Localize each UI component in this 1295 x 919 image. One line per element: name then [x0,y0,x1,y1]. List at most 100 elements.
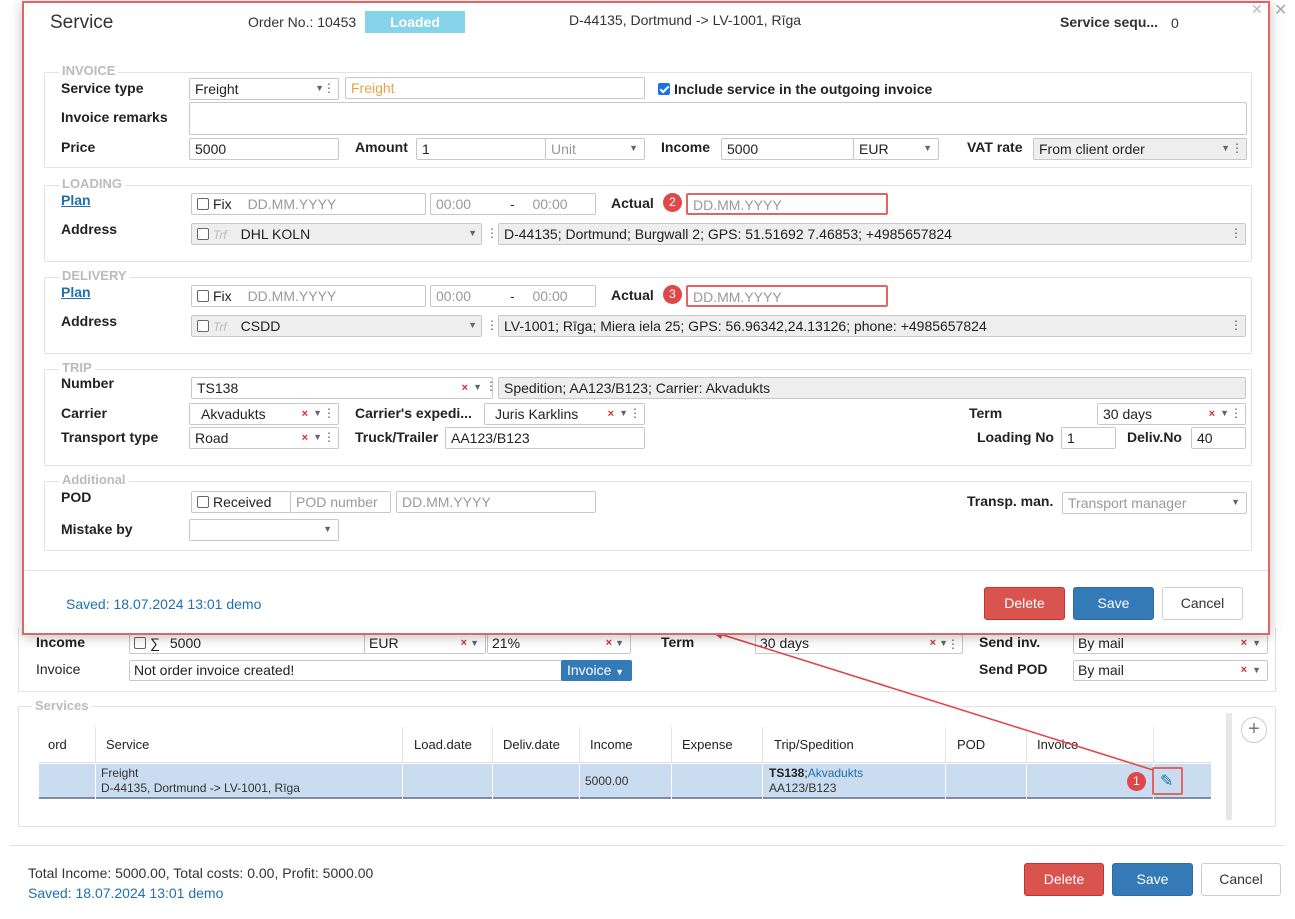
col-header-ord[interactable]: ord [48,737,67,752]
loading-time-range[interactable]: 00:00 - 00:00 [430,193,596,215]
edit-pencil-icon[interactable]: ✎ [1160,771,1173,791]
clear-icon[interactable]: × [302,432,308,444]
clear-icon[interactable]: × [930,637,936,649]
loading-address-field[interactable]: D-44135; Dortmund; Burgwall 2; GPS: 51.5… [498,223,1246,245]
loading-actual-date[interactable]: DD.MM.YYYY [686,193,888,215]
more-icon[interactable]: ⋮ [323,406,335,420]
more-icon[interactable]: ⋮ [629,406,641,420]
clear-icon[interactable]: × [302,408,308,420]
invoice-remarks-textarea[interactable] [189,102,1247,135]
bg-cancel-button[interactable]: Cancel [1201,863,1281,896]
modal-delete-button[interactable]: Delete [984,587,1065,620]
services-table: ord Service Load.date Deliv.date Income … [39,727,1211,799]
table-row[interactable]: Freight D-44135, Dortmund -> LV-1001, Rī… [39,764,1211,799]
invoice-dropdown-button[interactable]: Invoice ▼ [561,660,632,681]
carrier-select[interactable]: Akvadukts × ▼ ⋮ [189,403,339,425]
checkbox-checked-icon[interactable] [658,83,670,95]
deliv-no-input[interactable]: 40 [1191,427,1246,449]
income-input[interactable]: 5000 [721,138,854,160]
clear-icon[interactable]: × [608,408,614,420]
price-input[interactable]: 5000 [189,138,339,160]
unit-select[interactable]: Unit ▼ [545,138,645,160]
pod-received-checkbox[interactable] [197,496,209,508]
pod-number-input[interactable]: POD number [290,491,391,513]
more-icon[interactable]: ⋮ [323,81,335,95]
loading-time-sep: - [509,196,515,212]
bg-send-pod-select[interactable]: By mail × ▼ [1073,660,1268,681]
clear-icon[interactable]: × [1241,637,1247,649]
more-icon[interactable]: ⋮ [1230,406,1242,420]
col-header-income[interactable]: Income [590,737,633,752]
transport-manager-placeholder: Transport manager [1068,495,1187,511]
more-icon[interactable]: ⋮ [1230,226,1242,240]
delivery-fix-checkbox[interactable] [197,290,209,302]
row-trip-number[interactable]: TS138 [769,766,804,780]
bg-save-button[interactable]: Save [1112,863,1193,896]
services-scrollbar[interactable] [1226,713,1232,820]
delivery-plan-link[interactable]: Plan [61,284,91,300]
row-trip-truck: AA123/B123 [769,781,837,795]
loading-trf-checkbox[interactable] [197,228,209,240]
bg-delete-button[interactable]: Delete [1024,863,1104,896]
col-header-expense[interactable]: Expense [682,737,733,752]
col-header-pod[interactable]: POD [957,737,985,752]
truck-trailer-input[interactable]: AA123/B123 [445,427,645,449]
loading-plan-link[interactable]: Plan [61,192,91,208]
bg-term-select[interactable]: 30 days × ▼ ⋮ [755,634,963,654]
clear-icon[interactable]: × [606,637,612,649]
bg-vat-select[interactable]: 21% × ▼ [487,634,631,654]
clear-icon[interactable]: × [1209,408,1215,420]
more-icon[interactable]: ⋮ [1231,141,1243,155]
mistake-by-select[interactable]: ▼ [189,519,339,541]
amount-input[interactable]: 1 [416,138,546,160]
bg-send-inv-select[interactable]: By mail × ▼ [1073,634,1268,654]
more-icon[interactable]: ⋮ [947,637,959,651]
pod-received-field[interactable]: Received [191,491,291,513]
service-seq-label: Service sequ... [1060,14,1159,30]
col-header-load-date[interactable]: Load.date [414,737,472,752]
pod-date-input[interactable]: DD.MM.YYYY [396,491,596,513]
trip-number-select[interactable]: TS138 × ▼ [191,377,493,399]
row-trip-carrier[interactable]: Akvadukts [808,766,863,780]
more-icon[interactable]: ⋮ [323,430,335,444]
term-select[interactable]: 30 days × ▼ ⋮ [1097,403,1246,425]
add-service-button[interactable]: + [1241,717,1267,743]
more-icon[interactable]: ⋮ [486,226,498,240]
modal-close-icon[interactable]: ✕ [1251,1,1263,18]
currency-select[interactable]: EUR ▼ [853,138,939,160]
loading-plan-date[interactable]: Fix DD.MM.YYYY [191,193,426,215]
delivery-company-select[interactable]: Trf CSDD ▼ [191,315,482,337]
delivery-plan-date[interactable]: Fix DD.MM.YYYY [191,285,426,307]
col-header-deliv-date[interactable]: Deliv.date [503,737,560,752]
bg-income-field[interactable]: ∑ 5000 [129,634,365,654]
service-type-select[interactable]: Freight ▼ ⋮ [189,78,339,100]
loading-company-select[interactable]: Trf DHL KOLN ▼ [191,223,482,245]
delivery-address-field[interactable]: LV-1001; Rīga; Miera iela 25; GPS: 56.96… [498,315,1246,337]
clear-icon[interactable]: × [461,637,467,649]
more-icon[interactable]: ⋮ [1230,318,1242,332]
more-icon[interactable]: ⋮ [486,318,498,332]
bg-income-currency[interactable]: EUR × ▼ [364,634,486,654]
delivery-actual-date[interactable]: DD.MM.YYYY [686,285,888,307]
include-service-checkbox[interactable]: Include service in the outgoing invoice [658,81,932,97]
col-header-service[interactable]: Service [106,737,149,752]
loading-fix-checkbox[interactable] [197,198,209,210]
clear-icon[interactable]: × [462,382,468,394]
clear-icon[interactable]: × [1241,664,1247,676]
service-name-input[interactable]: Freight [345,77,645,99]
carrier-expeditor-select[interactable]: Juris Karklins × ▼ ⋮ [484,403,645,425]
more-icon[interactable]: ⋮ [485,379,497,393]
modal-save-button[interactable]: Save [1073,587,1154,620]
transport-manager-select[interactable]: Transport manager ▼ [1062,492,1247,514]
col-header-invoice[interactable]: Invoice [1037,737,1078,752]
background-close-icon[interactable]: ✕ [1274,0,1287,20]
delivery-date-placeholder: DD.MM.YYYY [247,288,337,304]
delivery-trf-checkbox[interactable] [197,320,209,332]
modal-cancel-button[interactable]: Cancel [1162,587,1243,620]
loading-no-input[interactable]: 1 [1061,427,1116,449]
bg-income-checkbox[interactable] [134,637,146,649]
transport-type-select[interactable]: Road × ▼ ⋮ [189,427,339,449]
vat-rate-select[interactable]: From client order ▼ ⋮ [1033,138,1247,160]
col-header-trip[interactable]: Trip/Spedition [774,737,854,752]
delivery-time-range[interactable]: 00:00 - 00:00 [430,285,596,307]
